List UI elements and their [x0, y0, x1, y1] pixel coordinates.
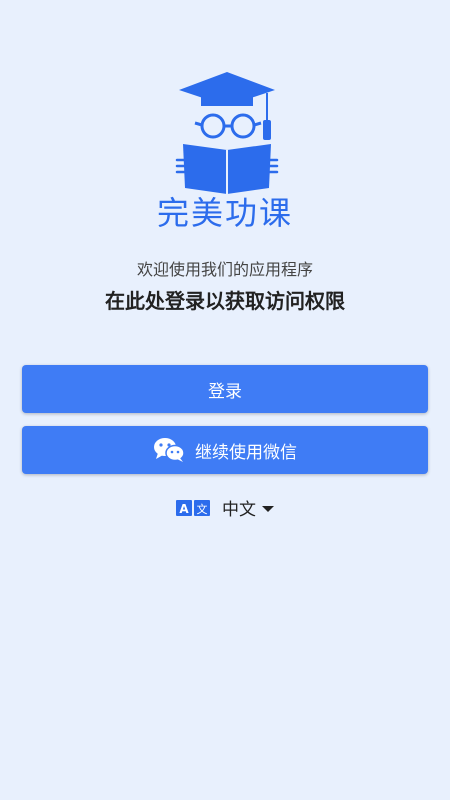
language-select[interactable]: 中文 — [222, 495, 274, 520]
wechat-button-label: 继续使用微信 — [195, 442, 297, 463]
wechat-icon — [154, 438, 185, 462]
language-switcher: A 文 中文 — [0, 495, 450, 520]
language-selected: 中文 — [222, 500, 256, 520]
app-logo — [175, 70, 280, 195]
translate-icon: A 文 — [176, 499, 210, 516]
svg-text:A: A — [179, 502, 189, 516]
login-headline: 在此处登录以获取访问权限 — [105, 289, 345, 313]
welcome-text: 欢迎使用我们的应用程序 — [136, 260, 313, 279]
caret-down-icon — [262, 505, 274, 512]
app-name: 完美功课 — [156, 194, 293, 232]
wechat-login-button[interactable]: 继续使用微信 — [22, 426, 428, 474]
login-button-label: 登录 — [208, 381, 242, 402]
svg-text:文: 文 — [197, 502, 208, 516]
scholar-reading-book-icon — [175, 72, 279, 194]
login-button[interactable]: 登录 — [22, 365, 428, 413]
